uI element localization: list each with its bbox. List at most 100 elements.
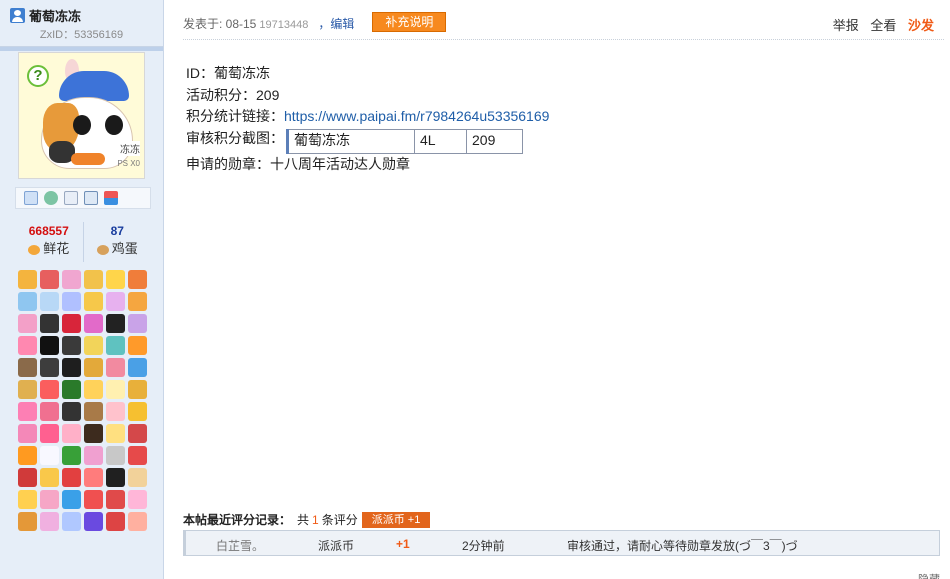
medal-badge-icon[interactable] [106,446,125,465]
medal-badge-icon[interactable] [84,358,103,377]
medal-badge-icon[interactable] [84,512,103,531]
rating-user[interactable]: 白芷雪。 [216,537,264,554]
medal-badge-icon[interactable] [128,512,147,531]
medal-badge-icon[interactable] [84,424,103,443]
eggs-stat[interactable]: 87 鸡蛋 [84,222,152,262]
medal-badge-icon[interactable] [106,402,125,421]
medal-badge-icon[interactable] [40,468,59,487]
stats-link[interactable]: https://www.paipai.fm/r7984264u53356169 [284,108,549,124]
medal-badge-icon[interactable] [128,336,147,355]
medal-badge-icon[interactable] [18,314,37,333]
medal-badge-icon[interactable] [40,314,59,333]
medal-badge-icon[interactable] [84,380,103,399]
medal-badge-icon[interactable] [106,336,125,355]
username-link[interactable]: 葡萄冻冻 [29,6,81,25]
medal-badge-icon[interactable] [62,380,81,399]
medal-badge-icon[interactable] [84,336,103,355]
medal-badge-icon[interactable] [40,336,59,355]
medal-badge-icon[interactable] [128,402,147,421]
medal-badge-icon[interactable] [40,358,59,377]
medal-badge-icon[interactable] [62,292,81,311]
supplement-button[interactable]: 补充说明 [372,12,447,32]
medal-badge-icon[interactable] [106,468,125,487]
medal-badge-icon[interactable] [40,270,59,289]
add-friend-icon[interactable] [44,191,58,205]
medal-badge-icon[interactable] [40,402,59,421]
medal-badge-icon[interactable] [18,336,37,355]
card-icon[interactable] [84,191,98,205]
medal-badge-icon[interactable] [40,512,59,531]
medal-badge-icon[interactable] [40,490,59,509]
medal-badge-icon[interactable] [84,402,103,421]
edit-link[interactable]: ，编辑 [318,15,354,32]
medal-badge-icon[interactable] [18,468,37,487]
flowers-label-wrap: 鲜花 [15,240,83,258]
avatar[interactable]: ? 冻冻 PS X0 [18,52,145,179]
medal-badge-icon[interactable] [128,380,147,399]
medal-badge-icon[interactable] [128,270,147,289]
medal-badge-icon[interactable] [62,336,81,355]
medal-badge-icon[interactable] [40,292,59,311]
medal-badge-icon[interactable] [84,468,103,487]
medal-badge-icon[interactable] [18,446,37,465]
medal-badge-icon[interactable] [106,270,125,289]
ratings-total-prefix: 共 [297,513,310,527]
medal-badge-icon[interactable] [128,424,147,443]
medal-badge-icon[interactable] [106,424,125,443]
medal-badge-icon[interactable] [18,490,37,509]
medal-badge-icon[interactable] [84,446,103,465]
medal-badge-icon[interactable] [84,490,103,509]
view-all-link[interactable]: 全看 [870,18,896,33]
medal-badge-icon[interactable] [106,512,125,531]
medal-badge-icon[interactable] [62,490,81,509]
content-line-medal: 申请的勋章：十八周年活动达人勋章 [186,155,410,172]
medal-badge-icon[interactable] [18,292,37,311]
medal-badge-icon[interactable] [62,424,81,443]
egg-icon [96,244,109,255]
medal-badge-icon[interactable] [62,468,81,487]
medal-badge-icon[interactable] [18,270,37,289]
flowers-stat[interactable]: 668557 鲜花 [15,222,84,262]
medal-badge-icon[interactable] [106,292,125,311]
medal-badge-icon[interactable] [106,314,125,333]
post-header: 发表于: 08-15 19713448 ，编辑 补充说明 举报 全看 沙发 [183,12,944,40]
medal-badge-icon[interactable] [128,292,147,311]
medal-badge-icon[interactable] [84,314,103,333]
mail-icon[interactable] [24,191,38,205]
medal-badge-icon[interactable] [18,380,37,399]
medal-badge-icon[interactable] [18,512,37,531]
medal-badge-icon[interactable] [18,424,37,443]
medal-badge-icon[interactable] [84,270,103,289]
post-actions: 举报 全看 沙发 [825,15,934,34]
medal-badge-icon[interactable] [18,358,37,377]
medal-badge-icon[interactable] [62,512,81,531]
content-line-points: 活动积分：209 [186,86,280,103]
gift-icon[interactable] [104,191,118,205]
medal-badge-icon[interactable] [128,314,147,333]
medal-badge-icon[interactable] [40,424,59,443]
table-cell: 葡萄冻冻 [287,128,415,154]
medal-badge-icon[interactable] [106,358,125,377]
medal-badge-icon[interactable] [62,314,81,333]
medal-badge-icon[interactable] [62,446,81,465]
rating-time: 2分钟前 [462,539,505,553]
medal-badge-icon[interactable] [128,358,147,377]
medal-badge-icon[interactable] [62,270,81,289]
table-cell: 209 [466,128,523,154]
medal-badge-icon[interactable] [40,446,59,465]
flowers-label: 鲜花 [43,241,70,256]
medal-badge-icon[interactable] [62,402,81,421]
medal-badge-icon[interactable] [106,380,125,399]
medal-badge-icon[interactable] [128,468,147,487]
medal-badge-icon[interactable] [128,490,147,509]
medal-badge-icon[interactable] [106,490,125,509]
medal-badge-icon[interactable] [84,292,103,311]
medal-badge-icon[interactable] [128,446,147,465]
medal-badge-icon[interactable] [62,358,81,377]
report-link[interactable]: 举报 [833,18,859,33]
profile-icon[interactable] [64,191,78,205]
medal-badge-icon[interactable] [40,380,59,399]
hide-link[interactable]: 隐藏 [918,571,940,579]
medal-badge-icon[interactable] [18,402,37,421]
post-number: 19713448 [259,19,309,31]
